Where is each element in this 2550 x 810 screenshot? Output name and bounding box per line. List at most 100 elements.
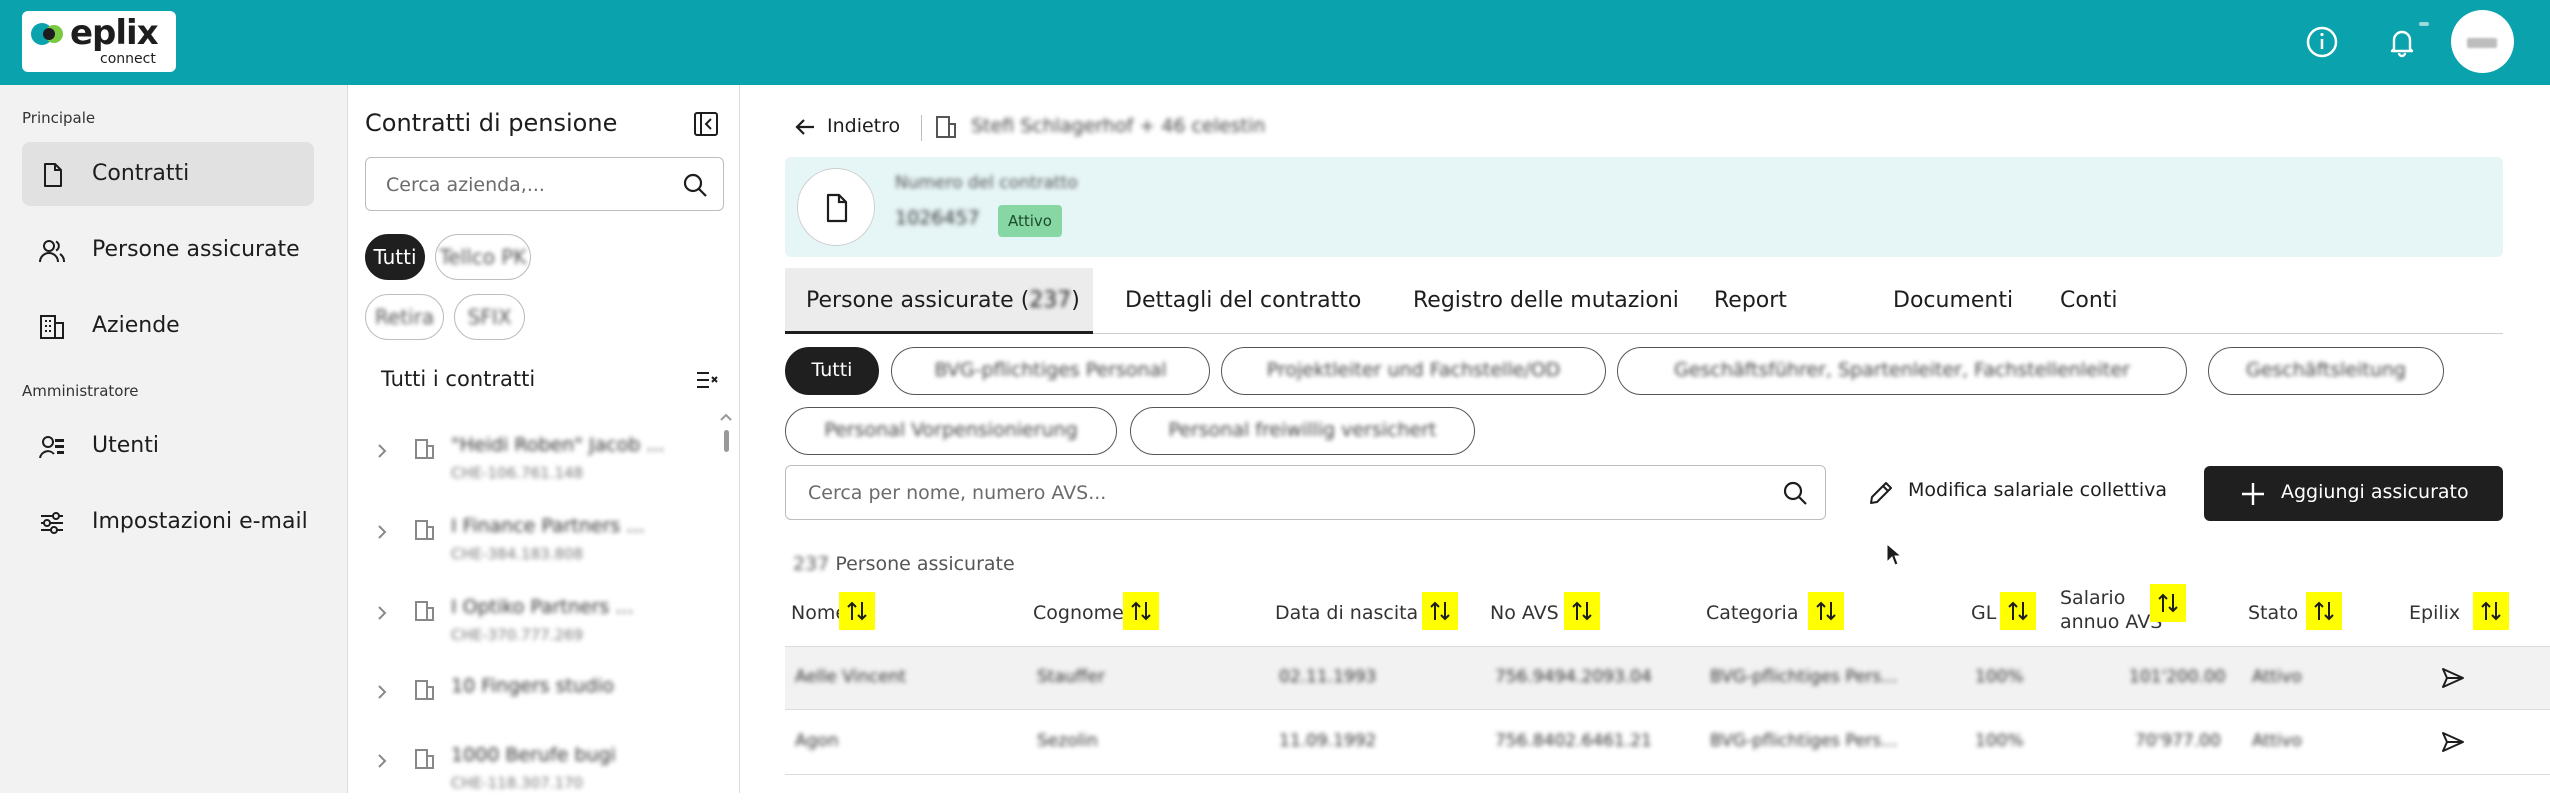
document-icon [44, 163, 62, 187]
sort-icon[interactable] [1564, 592, 1600, 630]
sidebar-item-utenti[interactable]: Utenti [22, 414, 314, 478]
insured-search-input[interactable] [808, 480, 1748, 506]
collapse-panel-icon[interactable] [693, 111, 719, 137]
filter-chip-category[interactable]: BVG-pflichtiges Personal [891, 347, 1210, 395]
list-item[interactable]: I Optiko Partners ... CHE-370.777.269 [349, 582, 719, 662]
chip-provider[interactable]: SFIX [454, 294, 525, 340]
chevron-right-icon[interactable] [375, 604, 389, 622]
sidebar-item-label: Persone assicurate [92, 237, 300, 262]
people-icon [39, 240, 65, 263]
company-search[interactable] [365, 157, 724, 211]
info-icon[interactable] [2302, 22, 2342, 62]
sort-icon[interactable] [2473, 592, 2509, 630]
send-icon[interactable] [2440, 665, 2466, 691]
sort-icon[interactable] [1422, 592, 1458, 630]
tab-conti[interactable]: Conti [2060, 268, 2118, 334]
chip-provider[interactable]: Retira [365, 294, 444, 340]
main-content: Indietro Stefi Schlagerhof + 46 celestin… [741, 85, 2550, 793]
filter-chip-category[interactable]: Projektleiter und Fachstelle/OD [1221, 347, 1606, 395]
add-insured-button[interactable]: Aggiungi assicurato [2204, 466, 2503, 521]
sort-icon[interactable] [1123, 592, 1159, 630]
table-row[interactable]: Agon Sezolin 11.09.1992 756.8402.6461.21… [785, 711, 2550, 775]
sort-icon[interactable] [2150, 584, 2186, 622]
insured-search[interactable] [785, 465, 1826, 520]
tab-documenti[interactable]: Documenti [1893, 268, 2013, 334]
chevron-right-icon[interactable] [375, 523, 389, 541]
tab-registro-mutazioni[interactable]: Registro delle mutazioni [1413, 268, 1679, 334]
add-button-label: Aggiungi assicurato [2281, 481, 2469, 503]
column-header-stato: Stato [2248, 592, 2358, 636]
list-item[interactable]: 1000 Berufe bugi CHE-118.307.170 [349, 730, 719, 810]
chevron-right-icon[interactable] [375, 683, 389, 701]
eplix-logo-icon [31, 23, 63, 45]
sort-icon[interactable] [839, 592, 875, 630]
tab-persone-assicurate[interactable]: Persone assicurate (237) [785, 268, 1093, 334]
tab-bar: Persone assicurate (237) Dettagli del co… [785, 268, 2503, 334]
eplix-logo[interactable]: eplix connect [22, 11, 176, 72]
filter-chip-category[interactable]: Geschäftsleitung [2208, 347, 2444, 395]
cell-categoria: BVG-pflichtiges Pers... [1710, 731, 1898, 751]
building-icon [40, 315, 64, 339]
filter-chip-category[interactable]: Personal freiwillig versichert [1130, 407, 1475, 455]
filter-chip-tutti[interactable]: Tutti [785, 347, 879, 395]
chip-provider[interactable]: Tellco PK [435, 234, 531, 280]
bell-icon[interactable] [2382, 22, 2422, 62]
sidebar-item-persone-assicurate[interactable]: Persone assicurate [22, 218, 314, 282]
sidebar-item-impostazioni-email[interactable]: Impostazioni e-mail [22, 490, 314, 554]
filter-chip-category[interactable]: Geschäftsführer, Spartenleiter, Fachstel… [1617, 347, 2187, 395]
contracts-panel-title: Contratti di pensione [365, 109, 618, 137]
sliders-icon [41, 512, 63, 534]
cell-stato: Attivo [2252, 667, 2302, 687]
tab-report[interactable]: Report [1714, 268, 1787, 334]
contract-number-label: Numero del contratto [895, 173, 1078, 193]
pencil-icon [1870, 482, 1892, 504]
scroll-up-icon[interactable] [720, 413, 732, 421]
column-header-salario: Salario annuo AVS [2060, 584, 2205, 636]
contract-uid: CHE-370.777.269 [451, 626, 584, 644]
building-icon [415, 439, 434, 459]
chip-tutti[interactable]: Tutti [365, 234, 425, 280]
list-item[interactable]: I Finance Partners ... CHE-384.183.808 [349, 501, 719, 581]
contract-name: I Optiko Partners ... [451, 596, 634, 618]
avatar[interactable] [2451, 10, 2514, 73]
tab-dettagli-contratto[interactable]: Dettagli del contratto [1125, 268, 1361, 334]
chevron-right-icon[interactable] [375, 752, 389, 770]
cell-nome: Aelle Vincent [795, 667, 907, 687]
cell-stato: Attivo [2252, 731, 2302, 751]
cell-categoria: BVG-pflichtiges Pers... [1710, 667, 1898, 687]
chevron-right-icon[interactable] [375, 442, 389, 460]
sidebar-item-contratti[interactable]: Contratti [22, 142, 314, 206]
send-icon[interactable] [2440, 729, 2466, 755]
column-header-gl: GL [1971, 592, 2051, 636]
users-admin-icon [39, 436, 64, 459]
contract-uid: CHE-384.183.808 [451, 545, 584, 563]
filter-chip-category[interactable]: Personal Vorpensionierung [785, 407, 1117, 455]
list-filter-icon[interactable] [695, 368, 719, 392]
sort-icon[interactable] [2306, 592, 2342, 630]
contract-avatar [797, 168, 875, 246]
scrollbar-thumb[interactable] [724, 430, 729, 452]
sort-icon[interactable] [2000, 592, 2036, 630]
list-item[interactable]: "Heidi Roben" Jacob ... CHE-106.761.148 [349, 420, 719, 500]
search-icon[interactable] [1782, 480, 1808, 506]
company-search-input[interactable] [386, 172, 676, 198]
arrow-left-icon [795, 119, 814, 135]
sort-icon[interactable] [1808, 592, 1844, 630]
table-row[interactable]: Aelle Vincent Stauffer 02.11.1993 756.94… [785, 646, 2550, 710]
list-item[interactable]: 10 Fingers studio [349, 661, 719, 741]
sidebar-item-aziende[interactable]: Aziende [22, 294, 314, 358]
cell-data-nascita: 02.11.1993 [1279, 667, 1377, 687]
contract-name: I Finance Partners ... [451, 515, 645, 537]
building-icon [936, 116, 956, 138]
plus-icon [2242, 483, 2264, 505]
contract-header-card: Numero del contratto 1026457 Attivo [785, 157, 2503, 257]
cell-salario: 70'977.00 [2135, 731, 2221, 751]
column-header-no-avs: No AVS [1490, 592, 1610, 636]
sidebar-item-label: Contratti [92, 161, 190, 186]
sidebar-section-admin: Amministratore [22, 382, 139, 400]
cell-salario: 101'200.00 [2129, 667, 2226, 687]
contract-name: 10 Fingers studio [451, 675, 614, 697]
contract-uid: CHE-118.307.170 [451, 774, 584, 792]
breadcrumb[interactable]: Stefi Schlagerhof + 46 celestin [971, 115, 1265, 137]
search-icon[interactable] [682, 172, 708, 198]
